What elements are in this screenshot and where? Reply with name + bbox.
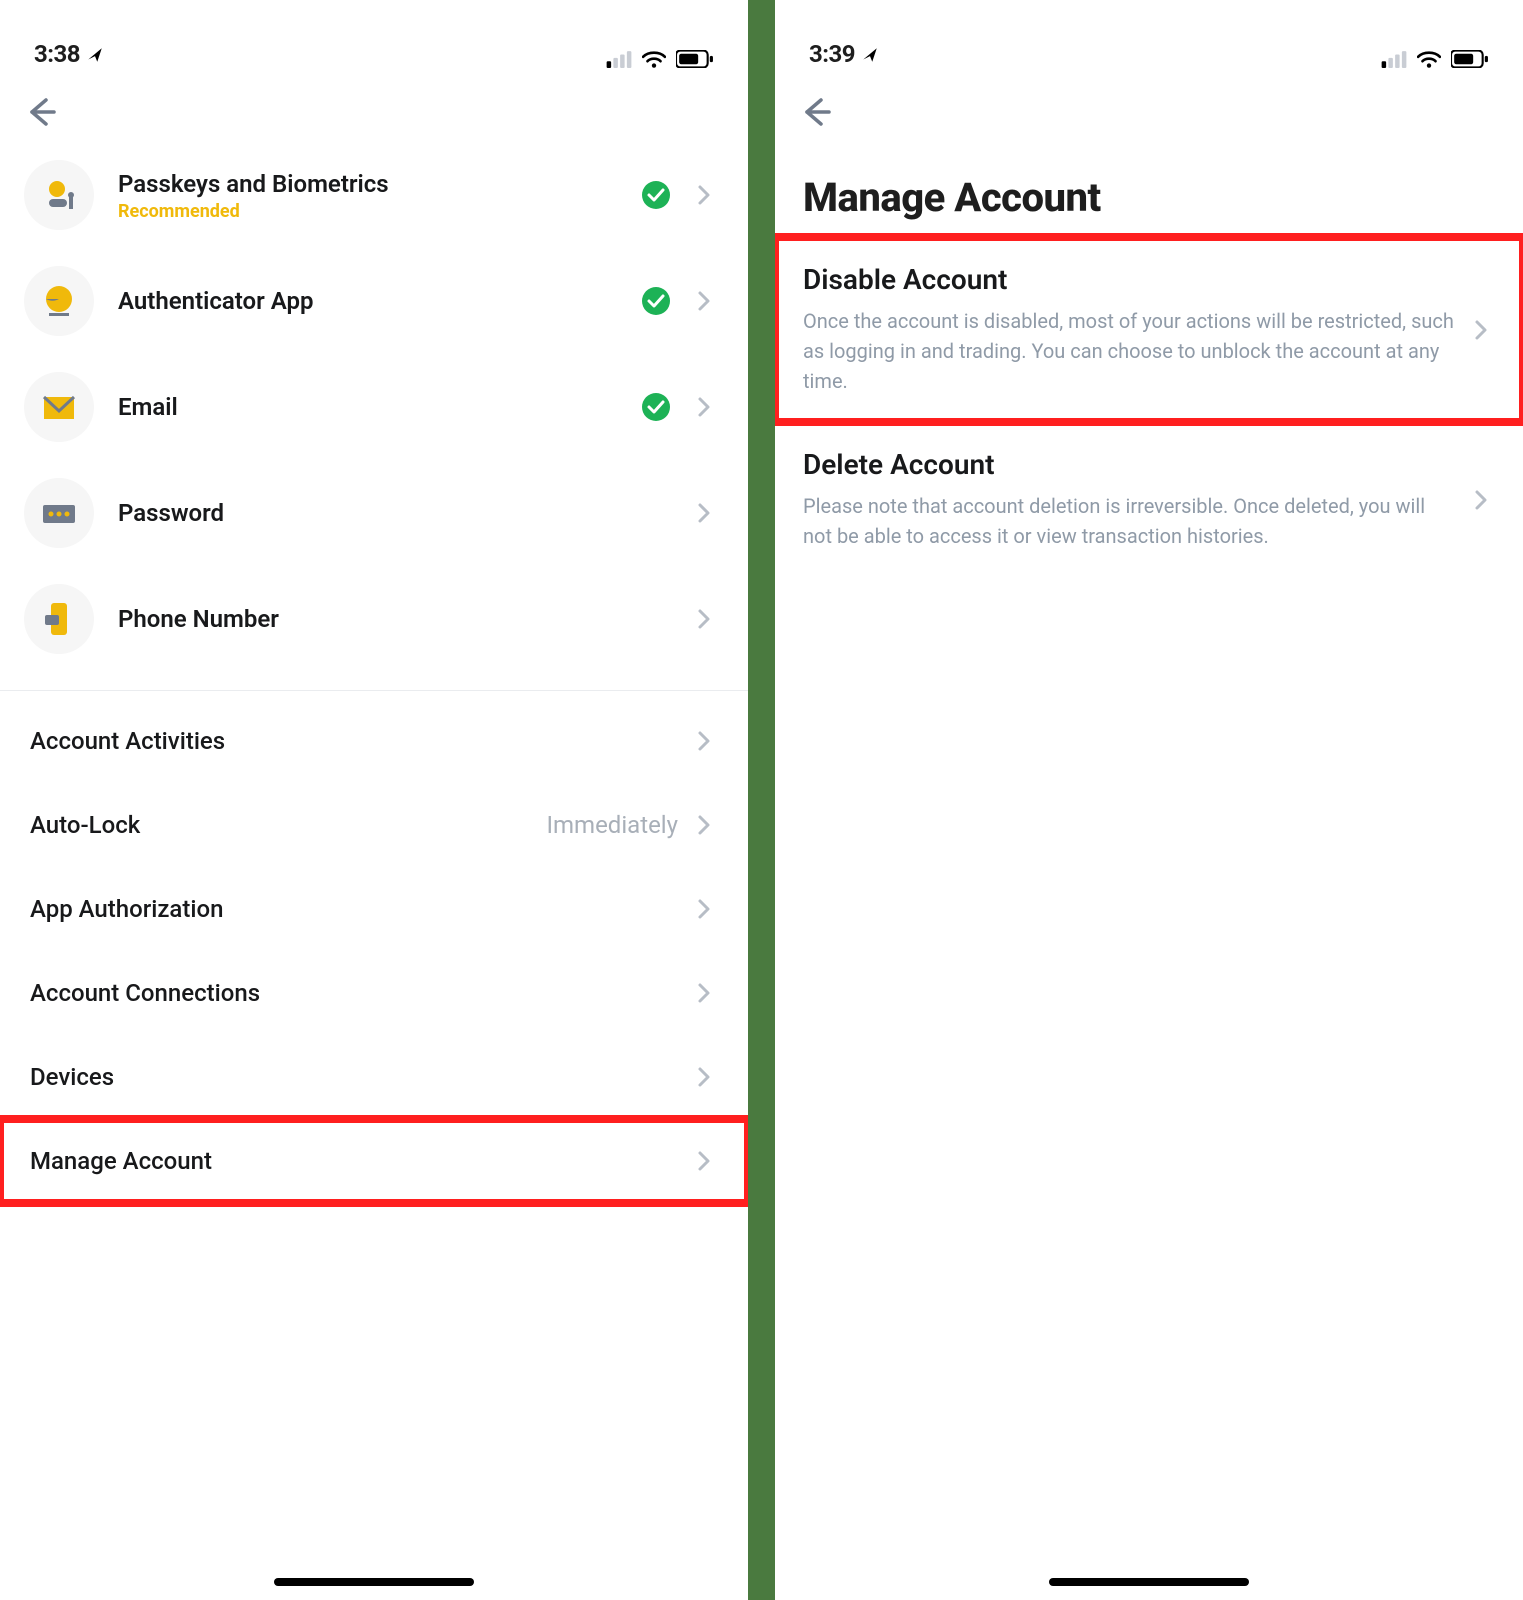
arrow-left-icon [799,96,833,128]
security-item-email[interactable]: Email [0,354,748,460]
manage-item-desc: Please note that account deletion is irr… [803,491,1455,551]
check-icon [642,393,670,421]
security-item-authenticator[interactable]: Authenticator App [0,248,748,354]
security-item-sub: Recommended [118,201,618,222]
row-app-authorization[interactable]: App Authorization [0,867,748,951]
home-indicator [1049,1578,1249,1586]
security-item-phone[interactable]: Phone Number [0,566,748,672]
security-item-passkey[interactable]: Passkeys and Biometrics Recommended [0,142,748,248]
manage-item-disable-account[interactable]: Disable Account Once the account is disa… [775,237,1523,422]
status-bar-left: 3:38 [0,14,748,68]
manage-item-delete-account[interactable]: Delete Account Please note that account … [775,422,1523,577]
manage-item-desc: Once the account is disabled, most of yo… [803,306,1455,396]
password-icon [24,478,94,548]
chevron-right-icon [694,982,718,1004]
page-title: Manage Account [775,134,1523,237]
security-item-password[interactable]: Password [0,460,748,566]
battery-icon [676,50,714,68]
security-item-text: Password [118,498,670,528]
wifi-icon [1417,50,1441,68]
security-item-title: Phone Number [118,604,670,634]
phone-icon [24,584,94,654]
security-item-text: Passkeys and Biometrics Recommended [118,169,618,222]
email-icon [24,372,94,442]
row-account-activities[interactable]: Account Activities [0,699,748,783]
section-divider [0,690,748,691]
chevron-right-icon [694,608,718,630]
status-time-text: 3:38 [34,40,80,68]
chevron-right-icon [694,814,718,836]
chevron-right-icon [1471,489,1495,511]
row-title: Auto-Lock [30,811,140,839]
wifi-icon [642,50,666,68]
security-list: Passkeys and Biometrics Recommended Auth… [0,134,748,672]
row-account-connections[interactable]: Account Connections [0,951,748,1035]
settings-rows: Account Activities Auto-Lock Immediately… [0,699,748,1203]
security-item-text: Phone Number [118,604,670,634]
security-item-title: Password [118,498,670,528]
vertical-divider [748,0,775,1600]
battery-icon [1451,50,1489,68]
row-title: Devices [30,1063,114,1091]
passkey-icon [24,160,94,230]
arrow-left-icon [24,96,58,128]
row-title: Account Activities [30,727,225,755]
chevron-right-icon [694,184,718,206]
cellular-icon [1381,50,1407,68]
chevron-right-icon [694,396,718,418]
security-item-title: Passkeys and Biometrics [118,169,618,199]
row-devices[interactable]: Devices [0,1035,748,1119]
row-title: App Authorization [30,895,223,923]
row-title: Account Connections [30,979,260,1007]
chevron-right-icon [694,502,718,524]
location-icon [861,46,879,64]
chevron-right-icon [694,1150,718,1172]
chevron-right-icon [694,290,718,312]
security-item-text: Email [118,392,618,422]
settings-security-screen: 3:38 Passkeys and Biometrics Recommended [0,0,748,1600]
row-title: Manage Account [30,1147,212,1175]
manage-item-title: Delete Account [803,448,1455,481]
check-icon [642,287,670,315]
back-button[interactable] [799,90,843,134]
row-manage-account[interactable]: Manage Account [0,1119,748,1203]
status-bar-right: 3:39 [775,14,1523,68]
security-item-title: Email [118,392,618,422]
security-item-text: Authenticator App [118,286,618,316]
security-item-title: Authenticator App [118,286,618,316]
row-auto-lock[interactable]: Auto-Lock Immediately [0,783,748,867]
chevron-right-icon [694,730,718,752]
status-time-text: 3:39 [809,40,855,68]
home-indicator [274,1578,474,1586]
chevron-right-icon [694,1066,718,1088]
authenticator-icon [24,266,94,336]
check-icon [642,181,670,209]
chevron-right-icon [1471,319,1495,341]
manage-list: Disable Account Once the account is disa… [775,237,1523,577]
manage-account-screen: 3:39 Manage Account Disable Account Once… [775,0,1523,1600]
row-value: Immediately [546,811,678,839]
status-time: 3:39 [809,40,879,68]
location-icon [86,46,104,64]
chevron-right-icon [694,898,718,920]
cellular-icon [606,50,632,68]
manage-item-title: Disable Account [803,263,1455,296]
back-button[interactable] [24,90,68,134]
status-time: 3:38 [34,40,104,68]
